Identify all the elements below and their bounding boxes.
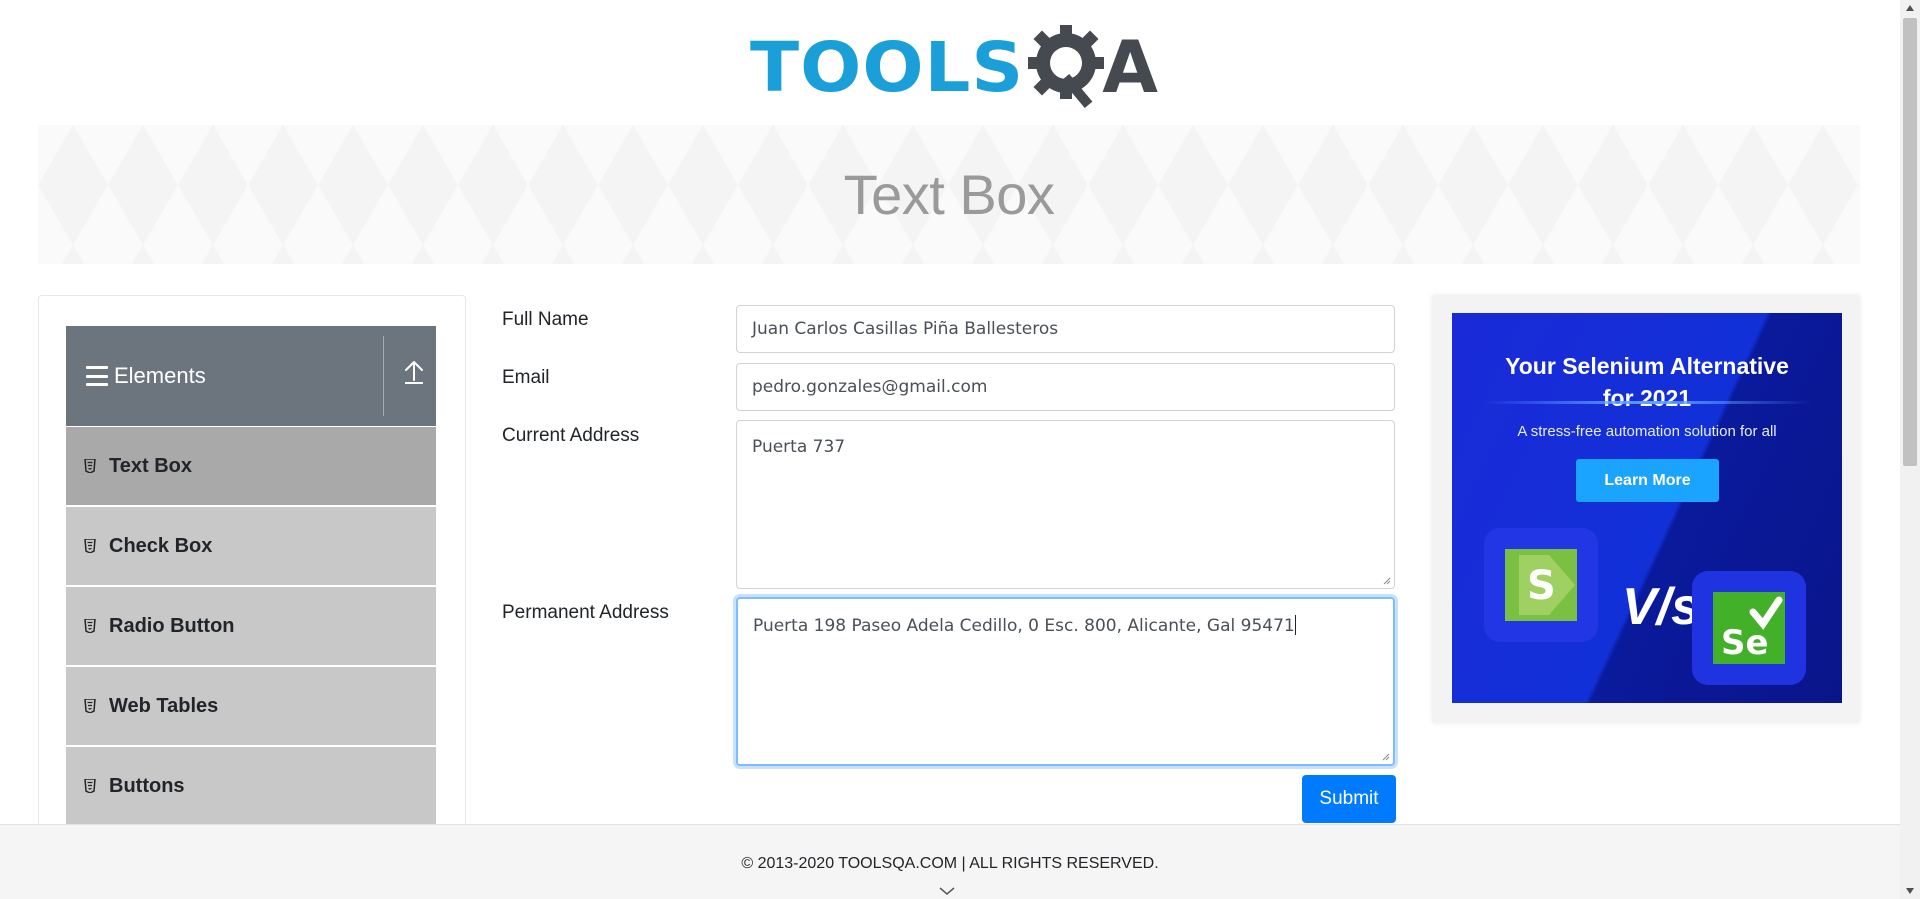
left-panel: Elements Text Box Check Box Radio Button bbox=[38, 295, 466, 835]
email-input[interactable]: pedro.gonzales@gmail.com bbox=[736, 363, 1395, 411]
email-label: Email bbox=[502, 367, 550, 388]
elements-menu: Text Box Check Box Radio Button Web Tabl… bbox=[66, 427, 436, 827]
copyright-text: © 2013-2020 TOOLSQA.COM | ALL RIGHTS RES… bbox=[741, 855, 1159, 872]
sidebar-item-label: Web Tables bbox=[109, 694, 219, 717]
page-banner: Text Box bbox=[38, 125, 1860, 264]
page-title: Text Box bbox=[843, 163, 1055, 226]
current-address-label: Current Address bbox=[502, 425, 640, 446]
sidebar-item-label: Text Box bbox=[109, 454, 192, 477]
learn-more-button[interactable]: Learn More bbox=[1576, 459, 1719, 502]
ad-title: Your Selenium Alternative for 2021 bbox=[1452, 350, 1842, 414]
sidebar-item-web-tables[interactable]: Web Tables bbox=[66, 667, 436, 745]
versus-text: V/s bbox=[1622, 578, 1701, 636]
selenium-logo-icon: Se bbox=[1692, 571, 1806, 685]
gear-icon bbox=[1028, 21, 1108, 113]
html5-icon bbox=[83, 698, 97, 714]
elements-group-header[interactable]: Elements bbox=[66, 326, 436, 426]
logo-a-letter: A bbox=[1102, 25, 1158, 109]
group-title: Elements bbox=[114, 363, 206, 388]
sidebar-item-label: Buttons bbox=[109, 774, 185, 797]
submit-button[interactable]: Submit bbox=[1302, 775, 1396, 823]
logo-wordmark: TOOLS bbox=[750, 27, 1025, 107]
ad-title-line1: Your Selenium Alternative bbox=[1505, 353, 1789, 379]
sidebar-item-label: Check Box bbox=[109, 534, 213, 557]
sidebar-item-radio-button[interactable]: Radio Button bbox=[66, 587, 436, 665]
header-divider bbox=[383, 336, 384, 416]
sidebar-item-buttons[interactable]: Buttons bbox=[66, 747, 436, 825]
permanent-address-label: Permanent Address bbox=[502, 602, 669, 623]
permanent-address-value: Puerta 198 Paseo Adela Cedillo, 0 Esc. 8… bbox=[753, 616, 1295, 636]
html5-icon bbox=[83, 458, 97, 474]
html5-icon bbox=[83, 618, 97, 634]
ad-logo-right-text: Se bbox=[1721, 623, 1769, 663]
toolsqa-logo[interactable]: TOOLS A bbox=[750, 18, 1158, 116]
current-address-value: Puerta 737 bbox=[752, 437, 846, 457]
page-scrollbar[interactable] bbox=[1900, 0, 1920, 899]
collapse-up-icon[interactable] bbox=[402, 358, 426, 386]
ad-glow-line bbox=[1482, 401, 1812, 404]
text-cursor bbox=[1294, 615, 1296, 635]
svg-text:S: S bbox=[1527, 563, 1556, 609]
full-name-label: Full Name bbox=[502, 309, 589, 330]
scroll-up-arrow-icon[interactable] bbox=[1905, 4, 1915, 12]
sidebar-item-label: Radio Button bbox=[109, 614, 235, 637]
permanent-address-textarea[interactable]: Puerta 198 Paseo Adela Cedillo, 0 Esc. 8… bbox=[736, 597, 1395, 766]
full-name-input[interactable]: Juan Carlos Casillas Piña Ballesteros bbox=[736, 305, 1395, 353]
page-footer: © 2013-2020 TOOLSQA.COM | ALL RIGHTS RES… bbox=[0, 824, 1900, 899]
ad-title-line2: for 2021 bbox=[1602, 385, 1692, 411]
scroll-down-arrow-icon[interactable] bbox=[1905, 887, 1915, 895]
resize-grip-icon[interactable] bbox=[1381, 575, 1391, 585]
ad-subtitle: A stress-free automation solution for al… bbox=[1517, 423, 1777, 440]
chevron-down-icon[interactable] bbox=[938, 885, 956, 897]
katalon-logo-icon: S bbox=[1484, 528, 1598, 642]
current-address-textarea[interactable]: Puerta 737 bbox=[736, 420, 1395, 589]
resize-grip-icon[interactable] bbox=[1380, 751, 1390, 761]
hamburger-icon bbox=[86, 366, 108, 386]
html5-icon bbox=[83, 778, 97, 794]
html5-icon bbox=[83, 538, 97, 554]
advertisement-banner[interactable]: Your Selenium Alternative for 2021 A str… bbox=[1452, 313, 1842, 703]
sidebar-item-check-box[interactable]: Check Box bbox=[66, 507, 436, 585]
scrollbar-thumb[interactable] bbox=[1903, 18, 1917, 466]
sidebar-item-text-box[interactable]: Text Box bbox=[66, 427, 436, 505]
ad-frame: Your Selenium Alternative for 2021 A str… bbox=[1432, 295, 1860, 723]
